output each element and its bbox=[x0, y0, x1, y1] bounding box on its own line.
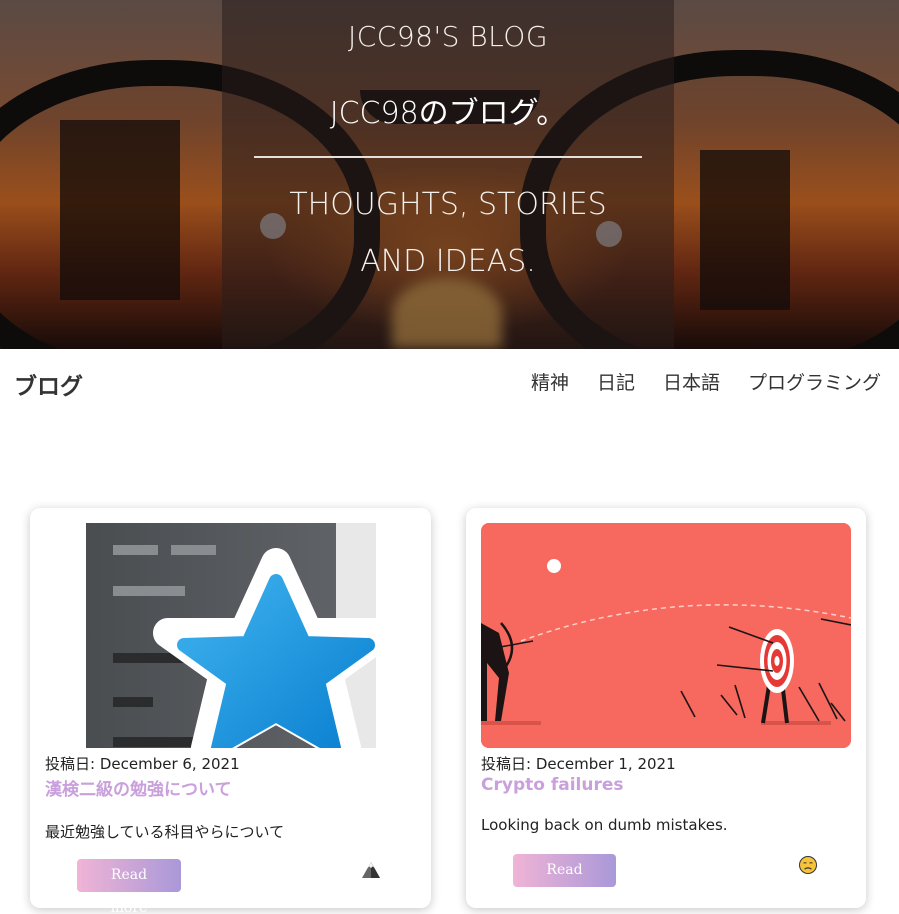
site-brand[interactable]: ブログ bbox=[14, 367, 83, 401]
blog-subtitle: JCC98のブログ。 bbox=[222, 88, 674, 132]
post-title[interactable]: Crypto failures bbox=[481, 775, 624, 795]
mountain-icon bbox=[362, 862, 380, 878]
post-title[interactable]: 漢検二級の勉強について bbox=[45, 775, 232, 800]
hero-divider bbox=[254, 156, 642, 158]
nav-menu: 精神 日記 日本語 プログラミング bbox=[531, 368, 881, 395]
archer-target-icon bbox=[481, 523, 851, 748]
disappointed-face-icon bbox=[799, 856, 817, 874]
anki-star-icon bbox=[86, 523, 399, 748]
blog-subtitle-japanese: のブログ。 bbox=[418, 96, 567, 131]
post-excerpt: 最近勉強している科目やらについて bbox=[45, 823, 285, 841]
post-card: 投稿日: December 6, 2021 漢検二級の勉強について 最近勉強して… bbox=[30, 508, 431, 914]
top-navigation: ブログ 精神 日記 日本語 プログラミング bbox=[0, 349, 899, 413]
blog-title: JCC98'S BLOG bbox=[347, 20, 549, 53]
nav-item-diary[interactable]: 日記 bbox=[597, 368, 635, 395]
nav-item-spirit[interactable]: 精神 bbox=[531, 368, 569, 395]
post-thumbnail[interactable] bbox=[481, 523, 851, 748]
post-excerpt: Looking back on dumb mistakes. bbox=[481, 816, 728, 834]
post-date: 投稿日: December 1, 2021 bbox=[481, 755, 676, 773]
post-card: 投稿日: December 1, 2021 Crypto failures Lo… bbox=[466, 508, 866, 911]
nav-item-programming[interactable]: プログラミング bbox=[748, 368, 881, 395]
hero-banner: JCC98'S BLOG JCC98のブログ。 THOUGHTS, STORIE… bbox=[0, 0, 899, 349]
read-more-button[interactable]: Read more bbox=[513, 854, 616, 911]
read-more-button[interactable]: Read more bbox=[77, 859, 181, 914]
blog-tagline: THOUGHTS, STORIES AND IDEAS. bbox=[289, 187, 607, 279]
nav-item-japanese[interactable]: 日本語 bbox=[663, 368, 720, 395]
post-date: 投稿日: December 6, 2021 bbox=[45, 755, 240, 773]
post-thumbnail[interactable] bbox=[46, 523, 416, 748]
blog-subtitle-latin: JCC98 bbox=[329, 96, 419, 131]
